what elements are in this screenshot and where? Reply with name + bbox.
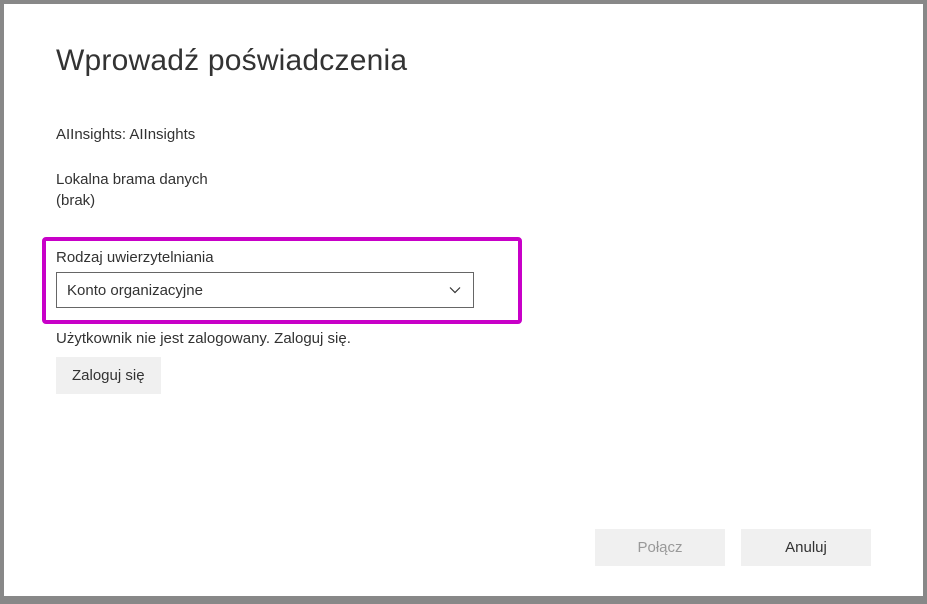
- connect-button[interactable]: Połącz: [595, 529, 725, 566]
- data-source-label: AIInsights: AIInsights: [56, 126, 871, 143]
- cancel-button[interactable]: Anuluj: [741, 529, 871, 566]
- auth-type-value: Konto organizacyjne: [67, 282, 203, 299]
- gateway-value: (brak): [56, 192, 871, 209]
- signin-button[interactable]: Zaloguj się: [56, 357, 161, 394]
- login-status-text: Użytkownik nie jest zalogowany. Zaloguj …: [56, 330, 871, 347]
- chevron-down-icon: [447, 282, 463, 298]
- auth-type-dropdown[interactable]: Konto organizacyjne: [56, 272, 474, 308]
- credentials-dialog: Wprowadź poświadczenia AIInsights: AIIns…: [4, 4, 923, 596]
- auth-type-highlight: Rodzaj uwierzytelniania Konto organizacy…: [42, 237, 522, 324]
- auth-type-label: Rodzaj uwierzytelniania: [56, 249, 508, 266]
- dialog-footer-buttons: Połącz Anuluj: [595, 529, 871, 566]
- gateway-label: Lokalna brama danych: [56, 171, 871, 188]
- dialog-title: Wprowadź poświadczenia: [56, 44, 871, 78]
